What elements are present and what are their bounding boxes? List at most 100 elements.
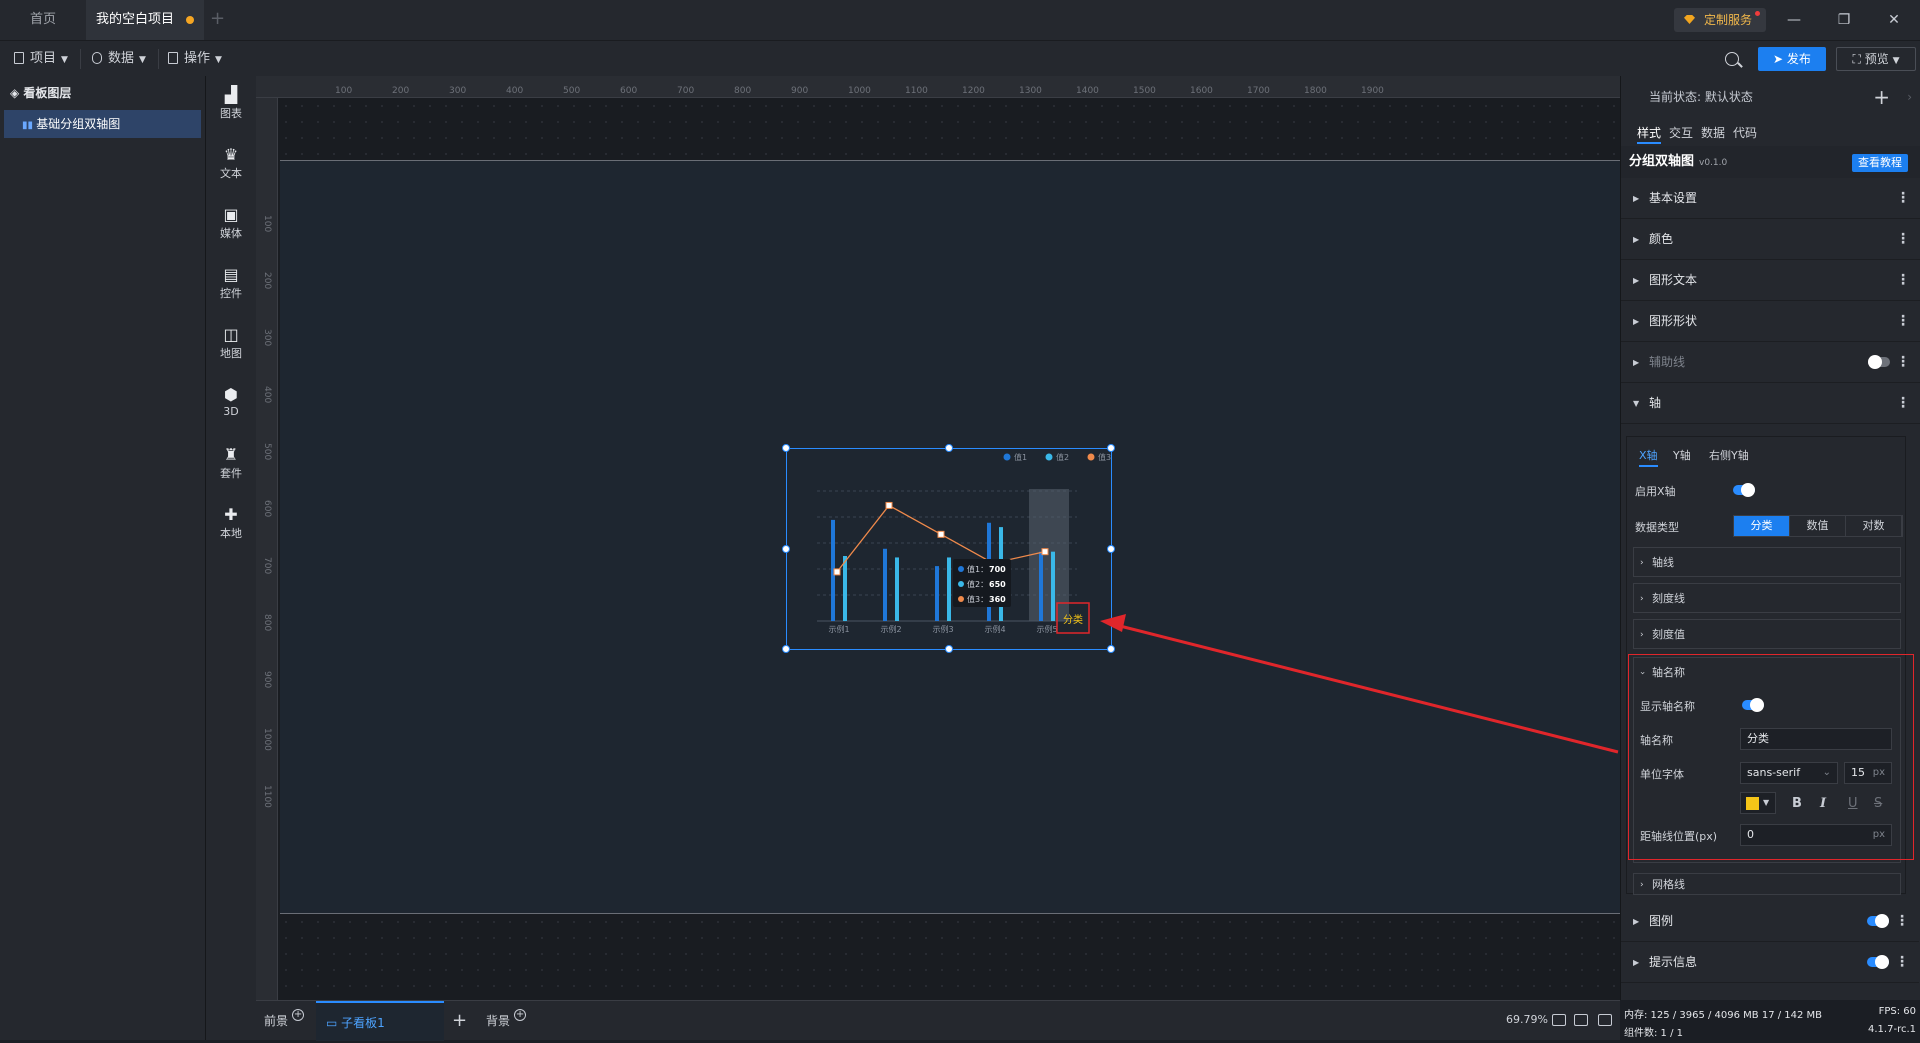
custom-service-button[interactable]: 定制服务 bbox=[1674, 8, 1766, 32]
preview-button[interactable]: ⛶ 预览 ▼ bbox=[1836, 47, 1916, 71]
fullscreen-icon: ⛶ bbox=[1852, 52, 1861, 66]
layers-panel: ◈ 看板图层 ▮▮ 基础分组双轴图 bbox=[0, 76, 206, 1040]
more-icon[interactable]: ⋮ bbox=[1896, 383, 1910, 424]
search-icon[interactable] bbox=[1725, 52, 1739, 66]
component-label: 控件 bbox=[220, 287, 242, 300]
component-text[interactable]: ♛ 文本 bbox=[206, 146, 256, 181]
divider bbox=[158, 49, 159, 69]
more-icon[interactable]: ⋮ bbox=[1896, 260, 1910, 301]
more-icon[interactable]: ⋮ bbox=[1895, 942, 1909, 983]
close-icon[interactable]: ✕ bbox=[1872, 0, 1916, 40]
zoom-level[interactable]: 69.79% bbox=[1506, 1013, 1548, 1026]
ruler-tick-label: 1400 bbox=[1076, 86, 1099, 96]
resize-handle[interactable] bbox=[945, 444, 953, 452]
tab-data[interactable]: 数据 bbox=[1701, 122, 1725, 144]
component-label: 图表 bbox=[220, 107, 242, 120]
more-icon[interactable]: ⋮ bbox=[1896, 301, 1910, 342]
ruler-tick-label: 800 bbox=[734, 86, 752, 96]
keyboard-icon[interactable] bbox=[1574, 1014, 1588, 1026]
data-type-category[interactable]: 分类 bbox=[1734, 516, 1790, 536]
project-menu[interactable]: 项目 ▼ bbox=[14, 49, 68, 69]
component-map[interactable]: ◫ 地图 bbox=[206, 326, 256, 361]
section-basic[interactable]: ▶ 基本设置 ⋮ bbox=[1621, 178, 1920, 219]
background-label: 背景 bbox=[486, 1014, 511, 1028]
section-color[interactable]: ▶ 颜色 ⋮ bbox=[1621, 219, 1920, 260]
component-local[interactable]: ✚ 本地 bbox=[206, 506, 256, 541]
resize-handle[interactable] bbox=[782, 645, 790, 653]
chart-selection-box[interactable]: 示例1 示例2 示例3 示例4 示例5 值1 值2 值3 值1： 700 值2： 650 值3： 360 分… bbox=[782, 444, 1115, 653]
data-type-log[interactable]: 对数 bbox=[1846, 516, 1902, 536]
subsection-tick-line[interactable]: › 刻度线 bbox=[1633, 583, 1901, 613]
add-tab-icon[interactable]: + bbox=[210, 8, 225, 29]
section-axis[interactable]: ▼ 轴 ⋮ bbox=[1621, 383, 1920, 424]
ruler-tick-label: 1000 bbox=[262, 728, 272, 751]
chevron-right-icon[interactable]: › bbox=[1907, 76, 1912, 118]
add-foreground-icon[interactable]: + bbox=[292, 1009, 305, 1021]
section-tooltip[interactable]: ▶ 提示信息 ⋮ bbox=[1621, 942, 1919, 983]
resize-handle[interactable] bbox=[782, 545, 790, 553]
layer-item[interactable]: ▮▮ 基础分组双轴图 bbox=[4, 110, 201, 138]
tab-code[interactable]: 代码 bbox=[1733, 122, 1757, 144]
more-icon[interactable]: ⋮ bbox=[1896, 219, 1910, 260]
more-icon[interactable]: ⋮ bbox=[1896, 342, 1910, 383]
tab-x-axis[interactable]: X轴 bbox=[1639, 445, 1658, 467]
add-background-icon[interactable]: + bbox=[514, 1009, 527, 1021]
more-icon[interactable]: ⋮ bbox=[1896, 178, 1910, 219]
resize-handle[interactable] bbox=[1107, 545, 1115, 553]
legend-toggle[interactable] bbox=[1867, 914, 1889, 928]
subsection-tick-value[interactable]: › 刻度值 bbox=[1633, 619, 1901, 649]
publish-button[interactable]: ➤ 发布 bbox=[1758, 47, 1826, 71]
component-control[interactable]: ▤ 控件 bbox=[206, 266, 256, 301]
data-menu[interactable]: 数据 ▼ bbox=[92, 49, 146, 69]
enable-x-toggle[interactable] bbox=[1733, 483, 1755, 497]
data-type-label: 数据类型 bbox=[1635, 521, 1679, 534]
resize-handle[interactable] bbox=[1107, 645, 1115, 653]
terminal-icon[interactable] bbox=[1598, 1014, 1612, 1026]
component-label: 本地 bbox=[220, 527, 242, 540]
subboard-label: 子看板1 bbox=[341, 1016, 385, 1030]
section-label: 颜色 bbox=[1649, 232, 1674, 246]
section-legend[interactable]: ▶ 图例 ⋮ bbox=[1621, 901, 1919, 942]
fit-screen-icon[interactable] bbox=[1552, 1014, 1566, 1026]
tab-y-axis[interactable]: Y轴 bbox=[1673, 445, 1691, 467]
foreground-tab[interactable]: 前景 + bbox=[264, 1001, 305, 1041]
restore-icon[interactable]: ❐ bbox=[1822, 0, 1866, 40]
subsection-grid-line[interactable]: › 网格线 bbox=[1633, 873, 1901, 895]
subsection-axis-line[interactable]: › 轴线 bbox=[1633, 547, 1901, 577]
component-chart[interactable]: ▟ 图表 bbox=[206, 86, 256, 121]
tooltip-marker bbox=[958, 581, 964, 587]
background-tab[interactable]: 背景 + bbox=[486, 1001, 527, 1041]
tab-interaction[interactable]: 交互 bbox=[1669, 122, 1693, 144]
control-icon: ▤ bbox=[223, 265, 239, 284]
tab-home[interactable]: 首页 bbox=[0, 0, 86, 40]
section-label: 图形形状 bbox=[1649, 314, 1698, 328]
resize-handle[interactable] bbox=[1107, 444, 1115, 452]
section-guide-line[interactable]: ▶ 辅助线 ⋮ bbox=[1621, 342, 1920, 383]
operate-menu[interactable]: 操作 ▼ bbox=[168, 49, 222, 69]
section-graphic-shape[interactable]: ▶ 图形形状 ⋮ bbox=[1621, 301, 1920, 342]
tab-style[interactable]: 样式 bbox=[1637, 122, 1662, 144]
line-point bbox=[885, 501, 893, 509]
guide-line-toggle[interactable] bbox=[1868, 355, 1890, 369]
file-icon bbox=[14, 52, 24, 64]
tab-right-y-axis[interactable]: 右侧Y轴 bbox=[1709, 445, 1749, 467]
more-icon[interactable]: ⋮ bbox=[1895, 901, 1909, 942]
resize-handle[interactable] bbox=[782, 444, 790, 452]
minimize-icon[interactable]: — bbox=[1772, 0, 1816, 40]
component-media[interactable]: ▣ 媒体 bbox=[206, 206, 256, 241]
ruler-tick-label: 900 bbox=[262, 671, 272, 689]
resize-handle[interactable] bbox=[945, 645, 953, 653]
tooltip-toggle[interactable] bbox=[1867, 955, 1889, 969]
caret-right-icon: ▶ bbox=[1633, 917, 1640, 926]
section-graphic-text[interactable]: ▶ 图形文本 ⋮ bbox=[1621, 260, 1920, 301]
add-state-icon[interactable]: + bbox=[1873, 76, 1890, 118]
subboard-tab[interactable]: ▭ 子看板1 bbox=[316, 1001, 444, 1041]
ruler-tick-label: 300 bbox=[262, 329, 272, 347]
subsection-label: 刻度值 bbox=[1652, 628, 1685, 641]
tutorial-button[interactable]: 查看教程 bbox=[1852, 154, 1908, 172]
tab-project[interactable]: 我的空白项目 bbox=[86, 0, 204, 40]
component-suite[interactable]: ♜ 套件 bbox=[206, 446, 256, 481]
data-type-value[interactable]: 数值 bbox=[1790, 516, 1846, 536]
add-subboard-icon[interactable]: + bbox=[452, 1001, 467, 1041]
component-3d[interactable]: ⬢ 3D bbox=[206, 386, 256, 419]
